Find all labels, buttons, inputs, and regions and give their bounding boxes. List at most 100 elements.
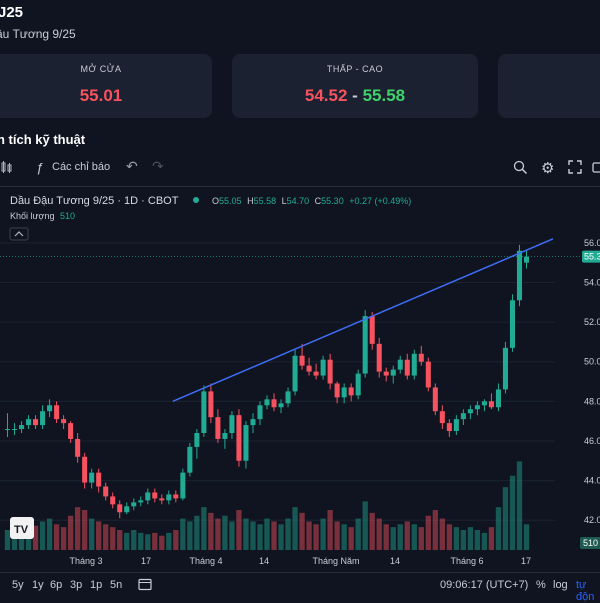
snapshot-icon[interactable]	[592, 160, 600, 177]
range-5y[interactable]: 5y	[12, 579, 24, 591]
candle-body	[96, 472, 102, 487]
x-axis-tick: 14	[390, 556, 400, 566]
volume-bar	[257, 524, 263, 550]
ohlc-readout: O55.05 H55.58 L54.70 C55.30 +0.27 (+0.49…	[212, 196, 411, 206]
range-5d[interactable]: 5n	[110, 579, 122, 591]
x-axis-tick: Tháng 3	[69, 556, 102, 566]
y-axis-tick: 44.0	[584, 476, 600, 486]
tv-logo-mark: TV	[14, 524, 29, 536]
candle-body	[201, 391, 207, 434]
stat-card-partial	[498, 54, 600, 118]
candle-body	[348, 387, 354, 396]
log-scale-toggle[interactable]: log	[553, 579, 568, 591]
section-title: n tích kỹ thuật	[0, 132, 86, 147]
volume-bar	[271, 521, 277, 550]
volume-bar	[516, 461, 523, 550]
range-3m[interactable]: 3p	[70, 579, 82, 591]
candle-body	[509, 300, 515, 348]
volume-bar	[355, 518, 361, 550]
ohlc-high: 55.58	[254, 196, 277, 206]
collapse-legend-button[interactable]	[9, 227, 29, 241]
candle-body	[285, 391, 291, 404]
volume-legend-label: Khối lượng	[10, 211, 54, 221]
volume-bar	[152, 532, 158, 550]
candle-body	[110, 496, 116, 505]
volume-bar	[495, 507, 502, 550]
x-axis-tick: Tháng Năm	[312, 556, 359, 566]
volume-bar	[264, 518, 270, 550]
candle-body	[180, 472, 186, 499]
symbol-line: Dầu Đậu Tương 9/25 · 1D · CBOT	[10, 195, 179, 207]
settings-icon[interactable]: ⚙	[541, 159, 554, 177]
volume-bar	[418, 527, 424, 550]
volume-bar	[341, 524, 347, 550]
clock-readout[interactable]: 09:06:17 (UTC+7)	[440, 579, 528, 591]
indicators-icon[interactable]: ƒ	[36, 160, 43, 175]
y-axis-tick: 52.0	[584, 317, 600, 327]
open-price-card: MỞ CỬA 55.01	[0, 54, 212, 118]
volume-bar	[313, 524, 319, 550]
volume-bar	[306, 521, 312, 550]
volume-bar	[74, 507, 81, 550]
candle-body	[159, 498, 165, 501]
candle-type-icon[interactable]	[0, 160, 14, 177]
candle-body	[89, 472, 95, 483]
candle-body	[355, 373, 361, 396]
volume-bar	[250, 521, 256, 550]
undo-icon[interactable]: ↶	[126, 158, 138, 175]
volume-bar	[201, 507, 207, 550]
y-axis-tick: 56.0	[584, 238, 600, 248]
volume-bar	[131, 530, 137, 550]
candle-body	[278, 403, 284, 408]
volume-bar	[474, 530, 481, 550]
candle-body	[488, 401, 494, 408]
volume-bar	[320, 518, 326, 550]
ohlc-open: 55.05	[219, 196, 242, 206]
candle-body	[82, 456, 88, 483]
candle-body	[236, 415, 242, 461]
volume-bar	[96, 521, 102, 550]
candle-body	[481, 401, 487, 406]
volume-bar	[425, 515, 431, 550]
candle-body	[75, 438, 81, 457]
volume-bar	[110, 527, 116, 550]
low-high-card: THẤP - CAO 54.52 - 55.58	[232, 54, 478, 118]
candle-body	[516, 250, 523, 301]
volume-legend-value: 510	[60, 211, 75, 221]
redo-icon[interactable]: ↷	[152, 158, 164, 175]
volume-bar	[103, 524, 109, 550]
candle-body	[138, 500, 144, 503]
candle-body	[152, 492, 158, 499]
fullscreen-icon[interactable]	[568, 160, 582, 177]
range-1m[interactable]: 1p	[90, 579, 102, 591]
volume-bar	[502, 487, 509, 550]
candle-body	[474, 405, 480, 410]
indicators-button[interactable]: Các chỉ báo	[52, 161, 110, 173]
volume-bar	[243, 518, 249, 550]
volume-bar	[145, 534, 151, 550]
auto-scale-toggle[interactable]: tự độn	[576, 579, 600, 603]
candle-body	[68, 423, 74, 439]
zoom-icon[interactable]	[513, 160, 528, 178]
candle-body	[103, 486, 109, 497]
volume-bar	[383, 524, 389, 550]
page-title: J25	[0, 4, 24, 21]
market-status-dot	[193, 197, 199, 203]
high-value: 55.58	[362, 86, 406, 105]
range-1y[interactable]: 1y	[32, 579, 44, 591]
volume-bar	[236, 510, 242, 550]
candle-body	[215, 417, 221, 439]
percent-scale-toggle[interactable]: %	[536, 579, 546, 591]
date-range-icon[interactable]	[138, 577, 152, 596]
range-6m[interactable]: 6p	[50, 579, 62, 591]
y-axis-tick: 46.0	[584, 436, 600, 446]
candle-body	[432, 387, 438, 412]
y-axis-tick: 42.0	[584, 515, 600, 525]
candle-body	[131, 502, 137, 507]
candle-body	[460, 413, 466, 420]
candle-body	[411, 353, 417, 376]
price-chart[interactable]: 56.0 54.0 52.0 50.0 48.0 46.0 44.0 42.0 55.3 510 T…	[0, 188, 600, 574]
candle-body	[397, 359, 403, 370]
volume-bar	[166, 532, 172, 550]
volume-bar	[523, 524, 530, 550]
